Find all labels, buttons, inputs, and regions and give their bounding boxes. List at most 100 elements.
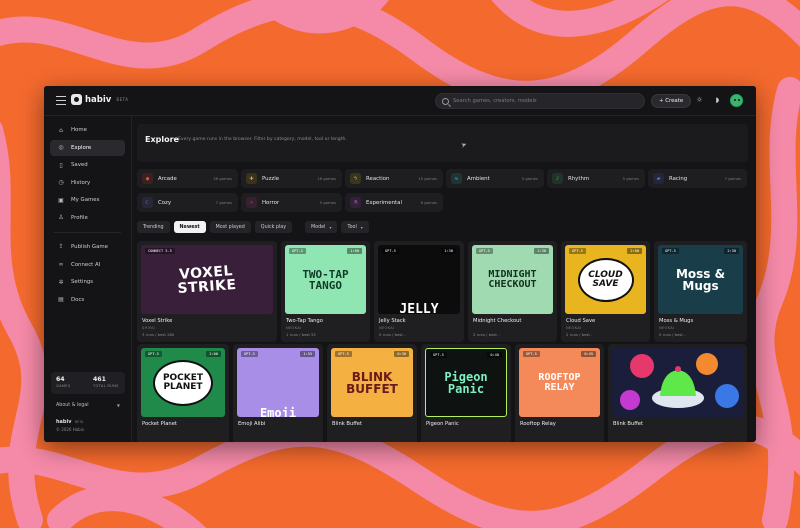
- category-ambient[interactable]: ≈ Ambient 5 games: [446, 169, 544, 188]
- category-arcade[interactable]: ◆ Arcade 38 games: [137, 169, 238, 188]
- game-stats: 2 runs / best -: [566, 332, 593, 337]
- game-card[interactable]: CONNECT 3.5 VOXEL STRIKE Voxel Strike SHI…: [137, 241, 277, 342]
- category-experimental[interactable]: ⚗ Experimental 6 games: [345, 193, 443, 212]
- filter-chips: Trending Newest Most played Quick play M…: [137, 221, 369, 233]
- duration-badge: 2:00: [206, 351, 221, 357]
- game-title: Voxel Strike: [142, 318, 173, 324]
- duration-badge: 0:40: [487, 352, 502, 358]
- game-card[interactable]: GPT-5 1:55 Emoji Emoji Alibi: [233, 344, 323, 442]
- tool-select[interactable]: Tool ▾: [341, 221, 369, 233]
- game-card[interactable]: Blink Buffet: [608, 344, 747, 442]
- category-rhythm[interactable]: ♪ Rhythm 5 games: [547, 169, 645, 188]
- home-icon: ⌂: [59, 126, 63, 134]
- stat-label: TOTAL RUNS: [93, 384, 119, 388]
- game-card[interactable]: GPT-5 0:45 ROOFTOP RELAY Rooftop Relay: [515, 344, 604, 442]
- game-card[interactable]: GPT-5 0:40 Pigeon Panic Pigeon Panic: [421, 344, 511, 442]
- game-thumbnail: GPT-5 2:00 CLOUD SAVE: [565, 245, 646, 314]
- beta-badge: BETA: [116, 97, 129, 102]
- game-stats: 1 runs / best 52: [286, 332, 316, 337]
- cursor-icon: ➤: [459, 140, 469, 150]
- logo[interactable]: habiv BETA: [71, 94, 128, 105]
- sidebar-item-docs[interactable]: ▤ Docs: [50, 292, 125, 308]
- game-creator: NEOKAI: [566, 326, 582, 330]
- bookmark-icon: ▯: [59, 161, 63, 169]
- chip-trending[interactable]: Trending: [137, 221, 170, 233]
- thumbnail-art: BLINK BUFFET: [346, 369, 398, 396]
- sidebar-item-connect-ai[interactable]: ∞ Connect AI: [50, 257, 125, 273]
- category-horror[interactable]: ✧ Horror 5 games: [241, 193, 342, 212]
- footer-copyright: © 2026 Habiv: [56, 427, 85, 432]
- sidebar-item-history[interactable]: ◷ History: [50, 175, 125, 191]
- thumbnail-art: JELLY: [399, 302, 439, 314]
- game-title: Blink Buffet: [332, 421, 363, 427]
- category-label: Arcade: [158, 175, 177, 182]
- game-title: Rooftop Relay: [520, 421, 556, 427]
- game-thumbnail: GPT-5 2:30 Moss & Mugs: [658, 245, 743, 314]
- model-tag: GPT-5: [523, 351, 540, 357]
- doc-icon: ▤: [58, 296, 64, 304]
- model-tag: GPT-5: [241, 351, 258, 357]
- game-card[interactable]: GPT-5 0:30 BLINK BUFFET Blink Buffet: [327, 344, 417, 442]
- game-card[interactable]: GPT-5 2:00 CLOUD SAVE Cloud Save NEOKAI 2…: [561, 241, 650, 342]
- search-bar[interactable]: [435, 93, 645, 109]
- category-puzzle[interactable]: ✚ Puzzle 18 games: [241, 169, 342, 188]
- category-racing[interactable]: ▰ Racing 7 games: [648, 169, 747, 188]
- thumbnail-art: Moss & Mugs: [675, 266, 726, 293]
- sun-icon[interactable]: ☼: [695, 96, 704, 105]
- search-input[interactable]: [453, 98, 633, 104]
- stats-panel: 64 GAMES 461 TOTAL RUNS: [51, 372, 125, 394]
- thumbnail-art: Pigeon Panic: [444, 369, 488, 396]
- page-subtitle: Every game runs in the browser. Filter b…: [178, 137, 347, 142]
- game-stats: 2 runs / best -: [473, 332, 500, 337]
- sidebar-item-label: Settings: [71, 279, 94, 286]
- duration-badge: 0:45: [581, 351, 596, 357]
- category-label: Rhythm: [568, 175, 590, 182]
- game-card[interactable]: GPT-5 2:00 POCKET PLANET Pocket Planet: [137, 344, 229, 442]
- thumbnail-art: Emoji: [259, 406, 297, 417]
- game-creator: NEOKAI: [379, 326, 395, 330]
- app-window: habiv BETA + Create ☼ ◗ ⌂ Home ◎ Explore…: [44, 86, 756, 442]
- sidebar-item-home[interactable]: ⌂ Home: [50, 122, 125, 138]
- jelly-illustration: [612, 348, 743, 417]
- chip-quick-play[interactable]: Quick play: [254, 221, 293, 233]
- game-card[interactable]: GPT-5 1:30 JELLY Jelly Stack NEOKAI 0 ru…: [374, 241, 464, 342]
- model-tag: GPT-5: [476, 248, 493, 254]
- avatar[interactable]: [730, 94, 743, 107]
- game-thumbnail: CONNECT 3.5 VOXEL STRIKE: [141, 245, 273, 314]
- game-thumbnail: GPT-5 0:45 ROOFTOP RELAY: [519, 348, 600, 417]
- thumbnail-art: MIDNIGHT CHECKOUT: [488, 268, 537, 290]
- sidebar-item-label: My Games: [71, 197, 100, 204]
- sidebar-item-label: Profile: [71, 214, 88, 221]
- logo-text: habiv: [85, 94, 112, 105]
- game-card[interactable]: GPT-5 1:00 TWO-TAP TANGO Two-Tap Tango NE…: [281, 241, 370, 342]
- category-cozy[interactable]: ☾ Cozy 7 games: [137, 193, 238, 212]
- sidebar-item-my-games[interactable]: ▣ My Games: [50, 192, 125, 208]
- category-count: 5 games: [521, 176, 538, 181]
- chip-most-played[interactable]: Most played: [209, 221, 251, 233]
- bell-icon[interactable]: ◗: [713, 96, 722, 105]
- sidebar-item-profile[interactable]: ♙ Profile: [50, 210, 125, 226]
- menu-icon[interactable]: [56, 96, 66, 105]
- chip-newest[interactable]: Newest: [173, 221, 206, 233]
- thumbnail-art: CLOUD SAVE: [588, 269, 623, 289]
- sidebar-item-publish-game[interactable]: ⇪ Publish Game: [50, 239, 125, 255]
- game-thumbnail: GPT-5 1:30 MIDNIGHT CHECKOUT: [472, 245, 553, 314]
- stat-number: 64: [56, 376, 65, 383]
- game-title: Cloud Save: [566, 318, 596, 324]
- category-label: Ambient: [467, 175, 490, 182]
- model-select[interactable]: Model ▾: [305, 221, 338, 233]
- category-label: Cozy: [158, 199, 172, 206]
- about-legal-toggle[interactable]: About & legal ▼: [51, 398, 125, 412]
- category-count: 5 games: [319, 200, 336, 205]
- sidebar-item-saved[interactable]: ▯ Saved: [50, 157, 125, 173]
- category-reaction[interactable]: ϟ Reaction 15 games: [345, 169, 443, 188]
- game-thumbnail: GPT-5 0:40 Pigeon Panic: [425, 348, 507, 417]
- game-card[interactable]: GPT-5 1:30 MIDNIGHT CHECKOUT Midnight Che…: [468, 241, 557, 342]
- game-card[interactable]: GPT-5 2:30 Moss & Mugs Moss & Mugs NEOKAI…: [654, 241, 747, 342]
- sidebar-item-explore[interactable]: ◎ Explore: [50, 139, 125, 156]
- create-button[interactable]: + Create: [651, 94, 692, 108]
- sidebar-item-settings[interactable]: ✲ Settings: [50, 274, 125, 290]
- category-label: Experimental: [366, 199, 402, 206]
- gear-icon: ✲: [58, 278, 64, 286]
- horror-icon: ✧: [246, 197, 257, 208]
